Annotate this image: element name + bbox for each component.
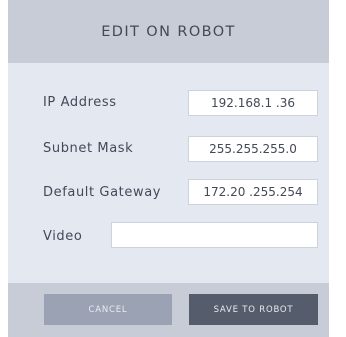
edit-on-robot-dialog: EDIT ON ROBOT IP Address 192.168.1 .36 S… — [8, 0, 329, 337]
ip-address-field[interactable]: 192.168.1 .36 — [188, 90, 318, 116]
dialog-title: EDIT ON ROBOT — [101, 23, 236, 40]
dialog-footer: CANCEL SAVE TO ROBOT — [8, 283, 329, 337]
video-label: Video — [43, 229, 83, 244]
save-to-robot-button-label: SAVE TO ROBOT — [213, 304, 294, 315]
default-gateway-field[interactable]: 172.20 .255.254 — [188, 179, 318, 205]
ip-address-label: IP Address — [43, 95, 117, 110]
subnet-mask-field[interactable]: 255.255.255.0 — [188, 136, 318, 162]
cancel-button-label: CANCEL — [88, 304, 128, 315]
subnet-mask-label: Subnet Mask — [43, 141, 134, 156]
save-to-robot-button[interactable]: SAVE TO ROBOT — [189, 294, 318, 325]
cancel-button[interactable]: CANCEL — [44, 294, 172, 325]
dialog-header: EDIT ON ROBOT — [8, 0, 329, 63]
default-gateway-label: Default Gateway — [43, 185, 162, 200]
video-field[interactable] — [111, 222, 318, 248]
